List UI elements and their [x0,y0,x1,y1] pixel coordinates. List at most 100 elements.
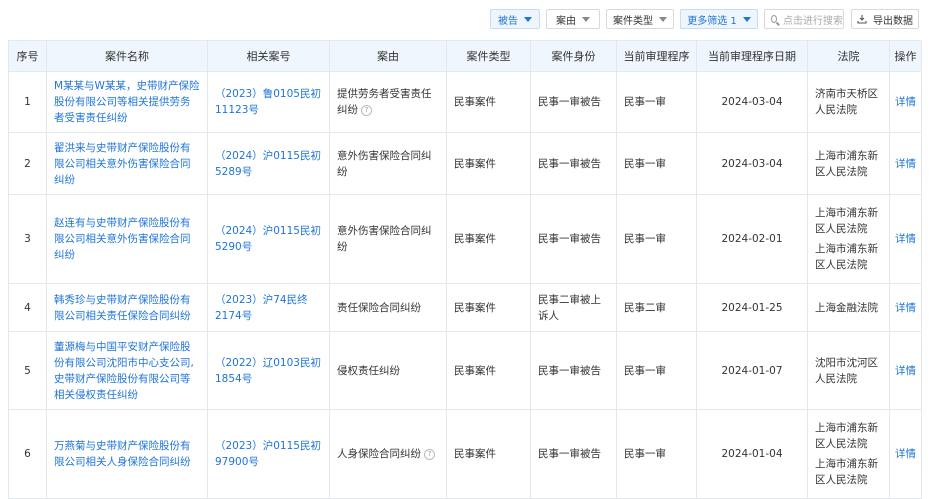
help-icon[interactable]: ? [361,104,372,116]
caret-down-icon [524,16,532,22]
cell-date: 2024-03-04 [696,71,808,133]
col-header-name: 案件名称 [46,40,208,72]
cell-court: 上海市浦东新区人民法院 [807,132,890,195]
help-icon[interactable]: ? [424,448,435,460]
table-row: 2 翟洪来与史带财产保险股份有限公司相关意外伤害保险合同纠纷 （2024）沪0115… [8,132,922,195]
case-name-link[interactable]: 董源梅与中国平安财产保险股份有限公司沈阳市中心支公司,史带财产保险股份有限公司等… [46,331,208,410]
filter-defendant-label: 被告 [498,15,518,27]
cell-cause: 侵权责任纠纷 [329,331,447,410]
cell-role: 民事二审被上诉人 [530,283,617,332]
cause-text: 人身保险合同纠纷 [337,448,421,460]
court-name: 济南市天桥区人民法院 [815,88,878,116]
table-header-row: 序号 案件名称 相关案号 案由 案件类型 案件身份 当前审理程序 当前审理程序日… [8,40,922,72]
court-name: 上海市浦东新区人民法院 [815,149,878,178]
cause-text: 意外伤害保险合同纠纷 [337,225,432,253]
cell-date: 2024-01-25 [696,283,808,332]
cause-text: 意外伤害保险合同纠纷 [337,149,432,178]
table-row: 6 万燕菊与史带财产保险股份有限公司相关人身保险合同纠纷 （2023）沪0115民初… [8,409,922,499]
cell-role: 民事一审被告 [530,194,617,284]
cell-court: 上海市浦东新区人民法院 上海市浦东新区人民法院 [807,194,890,284]
detail-link[interactable]: 详情 [889,71,922,133]
case-name-link[interactable]: M某某与W某某，史带财产保险股份有限公司等相关提供劳务者受害责任纠纷 [46,71,208,133]
cell-role: 民事一审被告 [530,71,617,133]
search-placeholder: 点击进行搜索 [783,15,843,27]
col-header-case-no: 相关案号 [207,40,330,72]
cause-text: 责任保险合同纠纷 [337,301,421,314]
cell-date: 2024-01-04 [696,409,808,499]
table-row: 3 赵连有与史带财产保险股份有限公司相关意外伤害保险合同纠纷 （2024）沪0115… [8,194,922,284]
cell-role: 民事一审被告 [530,331,617,410]
cell-stage: 民事二审 [616,283,697,332]
detail-link[interactable]: 详情 [889,331,922,410]
col-header-cause: 案由 [329,40,447,72]
col-header-stage: 当前审理程序 [616,40,697,72]
cell-type: 民事案件 [446,409,531,499]
detail-link[interactable]: 详情 [889,283,922,332]
caret-down-icon [582,16,590,22]
filter-cause-label: 案由 [556,15,576,27]
col-header-type: 案件类型 [446,40,531,72]
cell-no: 5 [8,331,47,410]
filter-defendant[interactable]: 被告 [490,9,540,29]
cell-cause: 人身保险合同纠纷? [329,409,447,499]
filter-more-label: 更多筛选 1 [687,15,737,27]
court-name: 上海市浦东新区人民法院 [815,458,878,486]
cell-no: 6 [8,409,47,499]
cell-cause: 提供劳务者受害责任纠纷? [329,71,447,133]
case-number-link[interactable]: （2023）鲁0105民初11123号 [207,71,330,133]
case-number-link[interactable]: （2024）沪0115民初5290号 [207,194,330,284]
cell-stage: 民事一审 [616,409,697,499]
detail-link[interactable]: 详情 [889,132,922,195]
cell-role: 民事一审被告 [530,409,617,499]
table-row: 5 董源梅与中国平安财产保险股份有限公司沈阳市中心支公司,史带财产保险股份有限公司… [8,331,922,410]
case-number-link[interactable]: （2024）沪0115民初5289号 [207,132,330,195]
cell-date: 2024-02-01 [696,194,808,284]
case-number-link[interactable]: （2023）沪0115民初97900号 [207,409,330,499]
case-name-link[interactable]: 万燕菊与史带财产保险股份有限公司相关人身保险合同纠纷 [46,409,208,499]
cell-no: 2 [8,132,47,195]
filter-cause[interactable]: 案由 [546,9,600,29]
cell-cause: 意外伤害保险合同纠纷 [329,194,447,284]
col-header-action: 操作 [889,40,922,72]
col-header-date: 当前审理程序日期 [696,40,808,72]
col-header-court: 法院 [807,40,890,72]
cell-stage: 民事一审 [616,331,697,410]
case-number-link[interactable]: （2022）辽0103民初1854号 [207,331,330,410]
cell-date: 2024-03-04 [696,132,808,195]
col-header-role: 案件身份 [530,40,617,72]
court-name: 沈阳市沈河区人民法院 [815,356,878,385]
court-name: 上海市浦东新区人民法院 [815,207,878,235]
cell-cause: 意外伤害保险合同纠纷 [329,132,447,195]
cell-stage: 民事一审 [616,194,697,284]
export-button[interactable]: 导出数据 [851,9,919,29]
cell-cause: 责任保险合同纠纷 [329,283,447,332]
case-name-link[interactable]: 韩秀珍与史带财产保险股份有限公司相关责任保险合同纠纷 [46,283,208,332]
cell-type: 民事案件 [446,283,531,332]
filter-case-type[interactable]: 案件类型 [606,9,674,29]
cell-no: 4 [8,283,47,332]
cell-type: 民事案件 [446,331,531,410]
court-name: 上海市浦东新区人民法院 [815,422,878,450]
filter-case-type-label: 案件类型 [613,15,653,27]
cause-text: 侵权责任纠纷 [337,364,400,377]
cell-court: 沈阳市沈河区人民法院 [807,331,890,410]
col-header-no: 序号 [8,40,47,72]
filter-more[interactable]: 更多筛选 1 [680,9,758,29]
detail-link[interactable]: 详情 [889,409,922,499]
search-input[interactable]: 点击进行搜索 [764,9,844,29]
detail-link[interactable]: 详情 [889,194,922,284]
cell-court: 济南市天桥区人民法院 [807,71,890,133]
cell-type: 民事案件 [446,71,531,133]
cell-type: 民事案件 [446,194,531,284]
cell-stage: 民事一审 [616,71,697,133]
cell-type: 民事案件 [446,132,531,195]
case-number-link[interactable]: （2023）沪74民终2174号 [207,283,330,332]
cause-text: 提供劳务者受害责任纠纷 [337,88,432,116]
case-name-link[interactable]: 翟洪来与史带财产保险股份有限公司相关意外伤害保险合同纠纷 [46,132,208,195]
download-icon [857,14,867,24]
cell-date: 2024-01-07 [696,331,808,410]
export-label: 导出数据 [873,15,913,27]
case-name-link[interactable]: 赵连有与史带财产保险股份有限公司相关意外伤害保险合同纠纷 [46,194,208,284]
court-name: 上海市浦东新区人民法院 [815,243,878,271]
court-name: 上海金融法院 [815,301,878,314]
